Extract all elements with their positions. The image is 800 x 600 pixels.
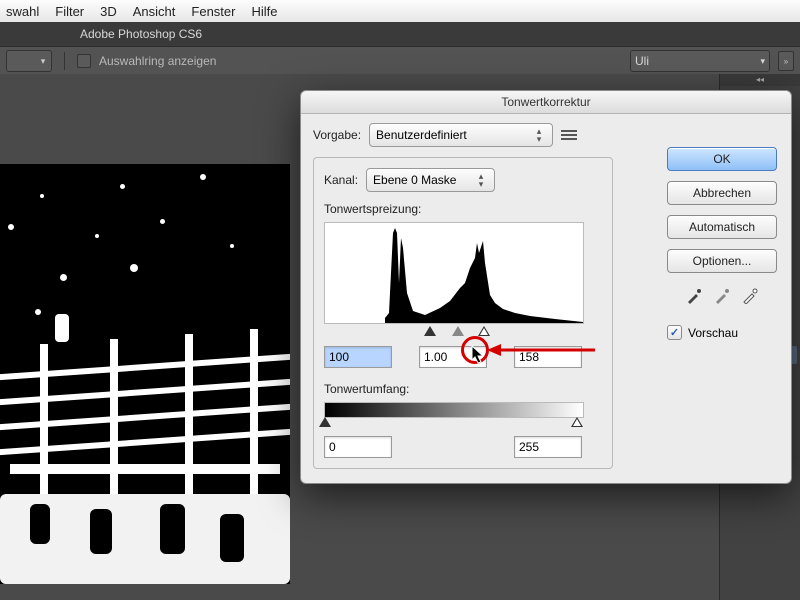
preset-combo[interactable]: Benutzerdefiniert ▴▾ xyxy=(369,123,553,147)
output-slider-track[interactable] xyxy=(324,402,584,418)
updown-icon: ▴▾ xyxy=(532,127,546,143)
show-selection-ring-checkbox[interactable] xyxy=(77,54,91,68)
chevron-down-icon: ▾ xyxy=(35,56,51,67)
channel-value: Ebene 0 Maske xyxy=(373,173,456,187)
preset-label: Vorgabe: xyxy=(313,128,361,142)
output-lo-slider[interactable] xyxy=(319,417,331,427)
auto-button[interactable]: Automatisch xyxy=(667,215,777,239)
channel-label: Kanal: xyxy=(324,173,358,187)
preset-value: Benutzerdefiniert xyxy=(376,128,467,142)
highlight-slider[interactable] xyxy=(478,326,490,336)
preview-checkbox[interactable]: ✓ xyxy=(667,325,682,340)
output-hi-slider[interactable] xyxy=(571,417,583,427)
levels-dialog: Tonwertkorrektur Vorgabe: Benutzerdefini… xyxy=(300,90,792,484)
updown-icon: ▴▾ xyxy=(474,172,488,188)
range-label: Tonwertumfang: xyxy=(324,382,602,396)
ok-button[interactable]: OK xyxy=(667,147,777,171)
menu-3d[interactable]: 3D xyxy=(100,4,117,19)
eyedropper-black-icon[interactable] xyxy=(685,287,703,305)
panel-expand-button[interactable]: » xyxy=(778,51,794,71)
output-hi-input[interactable]: 255 xyxy=(514,436,582,458)
output-lo-input[interactable]: 0 xyxy=(324,436,392,458)
menu-swahl[interactable]: swahl xyxy=(6,4,39,19)
shadow-input[interactable]: 100 xyxy=(324,346,392,368)
show-selection-ring-label: Auswahlring anzeigen xyxy=(99,54,216,68)
mid-input[interactable]: 1.00 xyxy=(419,346,487,368)
mid-slider[interactable] xyxy=(452,326,464,336)
spread-label: Tonwertspreizung: xyxy=(324,202,602,216)
preset-menu-icon[interactable] xyxy=(561,128,577,142)
eyedropper-white-icon[interactable] xyxy=(741,287,759,305)
highlight-input[interactable]: 158 xyxy=(514,346,582,368)
preview-label: Vorschau xyxy=(688,326,738,340)
mac-menu-bar: swahl Filter 3D Ansicht Fenster Hilfe xyxy=(0,0,800,23)
app-title: Adobe Photoshop CS6 xyxy=(80,27,202,41)
menu-ansicht[interactable]: Ansicht xyxy=(133,4,176,19)
shadow-slider[interactable] xyxy=(424,326,436,336)
channel-combo[interactable]: Ebene 0 Maske ▴▾ xyxy=(366,168,495,192)
levels-group: Kanal: Ebene 0 Maske ▴▾ Tonwertspreizung… xyxy=(313,157,613,469)
dialog-buttons: OK Abbrechen Automatisch Optionen... ✓ V… xyxy=(667,147,777,340)
dialog-title: Tonwertkorrektur xyxy=(301,91,791,114)
options-bar: ▾ Auswahlring anzeigen Uli ▾ » xyxy=(0,46,800,76)
app-title-bar: Adobe Photoshop CS6 xyxy=(0,22,800,46)
tool-preset-combo[interactable]: ▾ xyxy=(6,50,52,72)
cancel-button[interactable]: Abbrechen xyxy=(667,181,777,205)
workspace-switcher[interactable]: Uli ▾ xyxy=(630,50,770,72)
menu-fenster[interactable]: Fenster xyxy=(191,4,235,19)
histogram xyxy=(324,222,584,324)
divider xyxy=(64,52,65,70)
panel-collapse-handle[interactable]: ◂◂ xyxy=(720,74,800,86)
workspace-name: Uli xyxy=(635,54,649,68)
menu-filter[interactable]: Filter xyxy=(55,4,84,19)
menu-hilfe[interactable]: Hilfe xyxy=(251,4,277,19)
eyedropper-gray-icon[interactable] xyxy=(713,287,731,305)
chevron-down-icon: ▾ xyxy=(760,56,765,67)
document-canvas[interactable] xyxy=(0,164,290,584)
input-slider-track[interactable] xyxy=(324,326,582,340)
options-button[interactable]: Optionen... xyxy=(667,249,777,273)
